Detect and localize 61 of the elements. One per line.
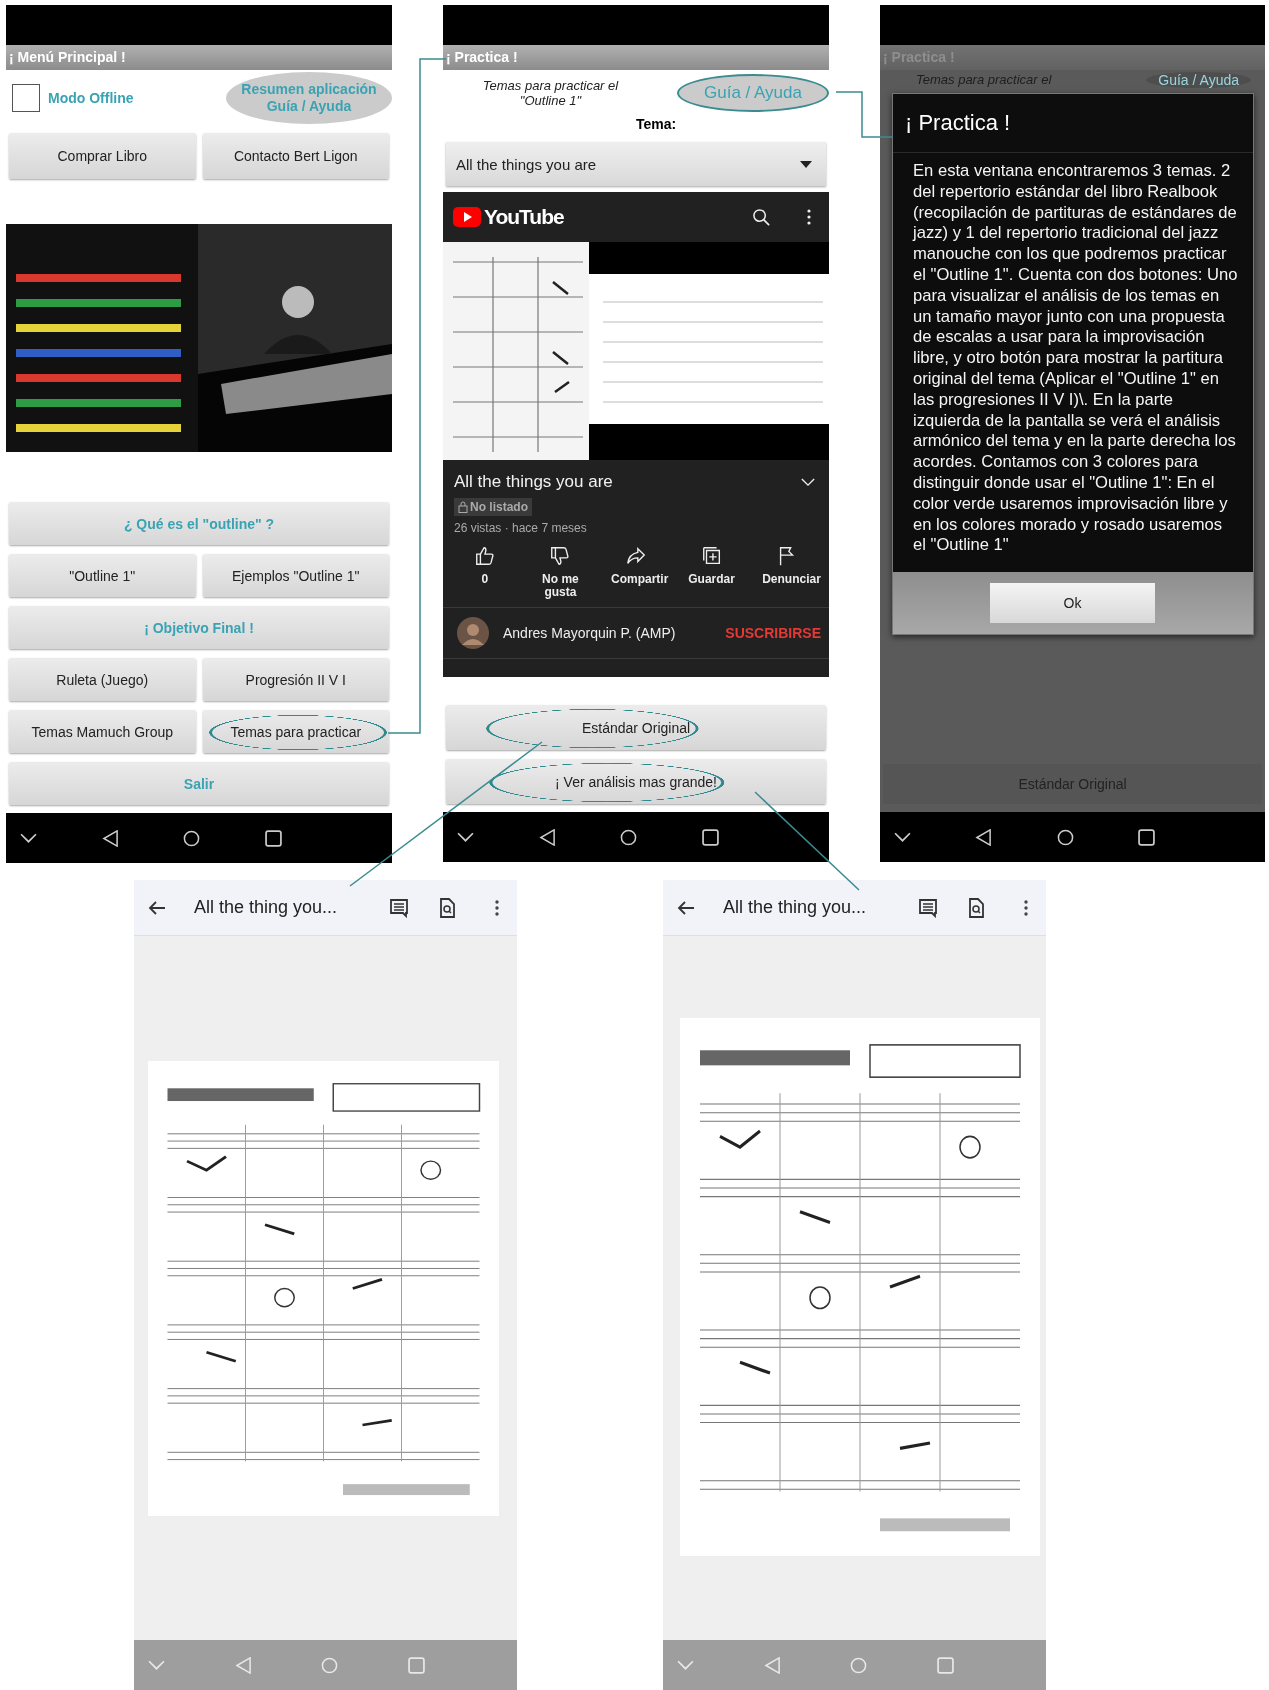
more-icon[interactable] xyxy=(495,899,499,916)
home-icon[interactable] xyxy=(620,828,638,846)
document-search-icon[interactable] xyxy=(439,897,455,918)
menu-button[interactable]: Temas para practicar xyxy=(202,710,389,753)
video-title: All the things you are xyxy=(454,472,613,492)
back-arrow-icon[interactable] xyxy=(148,899,166,916)
document-search-icon[interactable] xyxy=(968,897,984,918)
comment-icon[interactable] xyxy=(389,897,409,918)
more-icon[interactable] xyxy=(807,209,811,225)
back-icon[interactable] xyxy=(975,828,993,846)
subscribe-button[interactable]: SUSCRIBIRSE xyxy=(725,625,821,641)
menu-button[interactable]: Ejemplos "Outline 1" xyxy=(202,554,389,597)
flag-button[interactable]: Denunciar xyxy=(749,545,825,607)
share-button[interactable]: Compartir xyxy=(598,545,674,607)
back-arrow-icon[interactable] xyxy=(677,899,695,916)
checkbox-label: Modo Offline xyxy=(48,89,134,106)
save-button[interactable]: Guardar xyxy=(673,545,750,607)
dialog-text: En esta ventana encontraremos 3 temas. 2 del repertorio estándar del libro Realbook (recopilación de partituras de estándares de jazz) y 1 del repertorio tradicional del jazz manouche con los que podremos practicar el "Outline 1". Cuenta con dos botones: Uno para visualizar el análisis de los temas en un tamaño mayor junto con una propuesta de escalas a usar para la improvisación libre, y otro botón para mostrar la partitura original del tema (Aplicar el "Outline 1" en las progresiones II V I)\. En la parte izquierda de la pantalla se verá el análisis armónico del tema y en la parte derecha los acordes. Contamos con 3 colores para distinguir donde usar el "Outline 1": En el color verde usaremos improvisación libre y en los colores morado y rosado usaremos el "Outline 1" xyxy=(911,160,1239,557)
like-button[interactable]: 0 xyxy=(447,545,523,607)
recents-icon[interactable] xyxy=(1138,828,1155,846)
menu-button[interactable]: Comprar Libro xyxy=(9,133,196,179)
back-icon[interactable] xyxy=(538,828,556,846)
thumbs-up-icon xyxy=(473,545,496,567)
action-button[interactable]: Estándar Original xyxy=(446,705,826,750)
checkbox[interactable] xyxy=(12,83,40,112)
song-dropdown[interactable]: All the things you are xyxy=(446,142,826,186)
menu-button[interactable]: Progresión II V I xyxy=(202,658,389,701)
caret-icon xyxy=(800,160,812,168)
subtitle: Temas para practicar el xyxy=(916,72,1052,87)
more-icon[interactable] xyxy=(1024,899,1028,916)
back-icon[interactable] xyxy=(101,829,119,847)
comment-icon[interactable] xyxy=(918,897,938,918)
field-label: Tema: xyxy=(634,116,678,134)
screen-title: ¡ Menú Principal ! xyxy=(6,45,392,70)
logo-text: YouTube xyxy=(484,205,564,229)
menu-button[interactable]: Temas Mamuch Group xyxy=(9,710,196,753)
ok-button[interactable]: Ok xyxy=(990,583,1155,624)
search-icon[interactable] xyxy=(752,207,771,227)
leader-line xyxy=(835,91,894,138)
visibility-badge: No listado xyxy=(454,498,532,516)
add-to-list-icon xyxy=(700,545,723,567)
thumbs-down-icon xyxy=(549,545,572,567)
dialog-title: ¡ Practica ! xyxy=(893,94,1253,153)
subtitle: Temas para practicar el "Outline 1" xyxy=(481,78,620,108)
channel-name[interactable]: Andres Mayorquin P. (AMP) xyxy=(503,625,676,641)
home-icon[interactable] xyxy=(1056,828,1074,846)
dislike-button[interactable]: No me gusta xyxy=(522,545,599,607)
document-title: All the thing you... xyxy=(723,897,867,918)
play-logo-icon xyxy=(453,207,481,227)
video-stats: 26 vistas · hace 7 meses xyxy=(454,521,588,535)
home-icon[interactable] xyxy=(183,829,201,847)
document-title: All the thing you... xyxy=(194,897,338,918)
avatar-icon[interactable] xyxy=(457,617,489,649)
menu-button[interactable]: Ruleta (Juego) xyxy=(9,658,196,701)
recents-icon[interactable] xyxy=(264,829,282,847)
menu-button[interactable]: Contacto Bert Ligon xyxy=(202,133,389,179)
screen-title: ¡ Practica ! xyxy=(443,45,829,70)
recents-icon[interactable] xyxy=(701,828,719,846)
menu-button[interactable]: "Outline 1" xyxy=(9,554,196,597)
action-button[interactable]: ¡ Ver análisis mas grande! xyxy=(446,759,826,804)
chevron-down-icon[interactable] xyxy=(801,477,815,487)
